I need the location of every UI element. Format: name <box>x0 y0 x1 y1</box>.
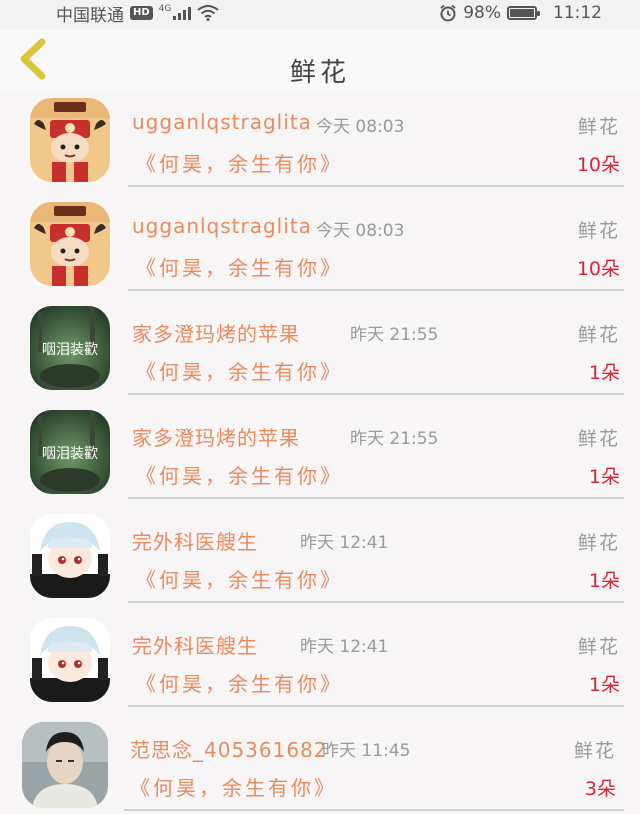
gift-time: 昨天 21:55 <box>350 429 439 449</box>
gift-time: 昨天 21:55 <box>350 325 439 345</box>
gift-type-label: 鲜花 <box>577 636 620 658</box>
divider <box>124 809 624 811</box>
gift-type-label: 鲜花 <box>577 116 620 138</box>
clock-time: 11:12 <box>553 3 602 23</box>
sender-name[interactable]: 完外科医艘生 <box>132 630 258 659</box>
anime-boy-avatar <box>30 618 110 702</box>
avatar[interactable] <box>30 514 110 598</box>
divider <box>128 705 624 707</box>
flower-gift-list: ugganlqstraglita 今天 08:03 鲜花 《何昊，余生有你》 1… <box>0 90 640 814</box>
avatar[interactable] <box>30 618 110 702</box>
gift-type-label: 鲜花 <box>577 324 620 346</box>
svg-text:咽泪装歡: 咽泪装歡 <box>42 446 98 462</box>
avatar[interactable]: 咽泪装歡 <box>30 410 110 494</box>
gift-count: 1朵 <box>588 466 620 488</box>
gift-record-item[interactable]: 咽泪装歡 家多澄玛烤的苹果 昨天 21:55 鲜花 《何昊，余生有你》 1朵 <box>0 298 640 402</box>
book-title[interactable]: 《何昊，余生有你》 <box>136 460 343 489</box>
battery-percent: 98% <box>463 3 501 23</box>
avatar[interactable] <box>22 722 108 808</box>
forest-photo-avatar: 咽泪装歡 <box>30 410 110 494</box>
gift-count: 3朵 <box>584 778 616 800</box>
sender-name[interactable]: 家多澄玛烤的苹果 <box>132 318 300 347</box>
network-label: 4G <box>158 4 172 14</box>
book-title[interactable]: 《何昊，余生有你》 <box>136 148 343 177</box>
signal-icon <box>173 6 192 20</box>
gift-record-item[interactable]: 范思念_405361682 昨天 11:45 鲜花 《何昊，余生有你》 3朵 <box>0 714 640 814</box>
divider <box>128 393 624 395</box>
app-screen: 中国联通 HD 4G 98% 11:12 鲜花 ugganlqstraglita… <box>0 0 640 814</box>
gift-count: 1朵 <box>588 362 620 384</box>
carrier-label: 中国联通 <box>56 5 124 26</box>
divider <box>128 289 624 291</box>
nav-header: 鲜花 <box>0 30 640 90</box>
anime-boy-avatar <box>30 514 110 598</box>
status-right: 98% 11:12 <box>439 0 602 26</box>
gift-record-item[interactable]: ugganlqstraglita 今天 08:03 鲜花 《何昊，余生有你》 1… <box>0 90 640 194</box>
gift-time: 今天 08:03 <box>316 117 405 137</box>
sender-name[interactable]: 完外科医艘生 <box>132 526 258 555</box>
gift-type-label: 鲜花 <box>577 428 620 450</box>
sender-name[interactable]: ugganlqstraglita <box>132 110 312 134</box>
gift-record-item[interactable]: ugganlqstraglita 今天 08:03 鲜花 《何昊，余生有你》 1… <box>0 194 640 298</box>
gift-count: 1朵 <box>588 674 620 696</box>
taurus-cartoon-avatar <box>30 202 110 286</box>
gift-record-item[interactable]: 完外科医艘生 昨天 12:41 鲜花 《何昊，余生有你》 1朵 <box>0 506 640 610</box>
gift-type-label: 鲜花 <box>573 740 616 762</box>
avatar[interactable] <box>30 202 110 286</box>
gift-type-label: 鲜花 <box>577 532 620 554</box>
avatar[interactable] <box>30 98 110 182</box>
gift-time: 昨天 11:45 <box>322 741 411 761</box>
hd-badge: HD <box>130 6 153 20</box>
gift-count: 1朵 <box>588 570 620 592</box>
gift-record-item[interactable]: 完外科医艘生 昨天 12:41 鲜花 《何昊，余生有你》 1朵 <box>0 610 640 714</box>
battery-icon <box>507 6 540 20</box>
gift-type-label: 鲜花 <box>577 220 620 242</box>
sender-name[interactable]: 范思念_405361682 <box>130 734 328 763</box>
gift-time: 今天 08:03 <box>316 221 405 241</box>
sender-name[interactable]: 家多澄玛烤的苹果 <box>132 422 300 451</box>
book-title[interactable]: 《何昊，余生有你》 <box>130 772 337 801</box>
gift-record-item[interactable]: 咽泪装歡 家多澄玛烤的苹果 昨天 21:55 鲜花 《何昊，余生有你》 1朵 <box>0 402 640 506</box>
alarm-icon <box>440 4 456 22</box>
svg-text:咽泪装歡: 咽泪装歡 <box>42 342 98 358</box>
divider <box>128 497 624 499</box>
book-title[interactable]: 《何昊，余生有你》 <box>136 252 343 281</box>
divider <box>128 185 624 187</box>
gift-time: 昨天 12:41 <box>300 533 389 553</box>
forest-photo-avatar: 咽泪装歡 <box>30 306 110 390</box>
wifi-icon <box>197 5 219 21</box>
sender-name[interactable]: ugganlqstraglita <box>132 214 312 238</box>
book-title[interactable]: 《何昊，余生有你》 <box>136 564 343 593</box>
status-bar: 中国联通 HD 4G 98% 11:12 <box>0 0 640 30</box>
book-title[interactable]: 《何昊，余生有你》 <box>136 356 343 385</box>
page-title: 鲜花 <box>289 58 350 88</box>
gift-count: 10朵 <box>576 258 620 280</box>
taurus-cartoon-avatar <box>30 98 110 182</box>
gift-time: 昨天 12:41 <box>300 637 389 657</box>
man-portrait-avatar <box>22 722 108 808</box>
avatar[interactable]: 咽泪装歡 <box>30 306 110 390</box>
status-left: 中国联通 HD 4G <box>56 0 219 26</box>
gift-count: 10朵 <box>576 154 620 176</box>
divider <box>128 601 624 603</box>
book-title[interactable]: 《何昊，余生有你》 <box>136 668 343 697</box>
